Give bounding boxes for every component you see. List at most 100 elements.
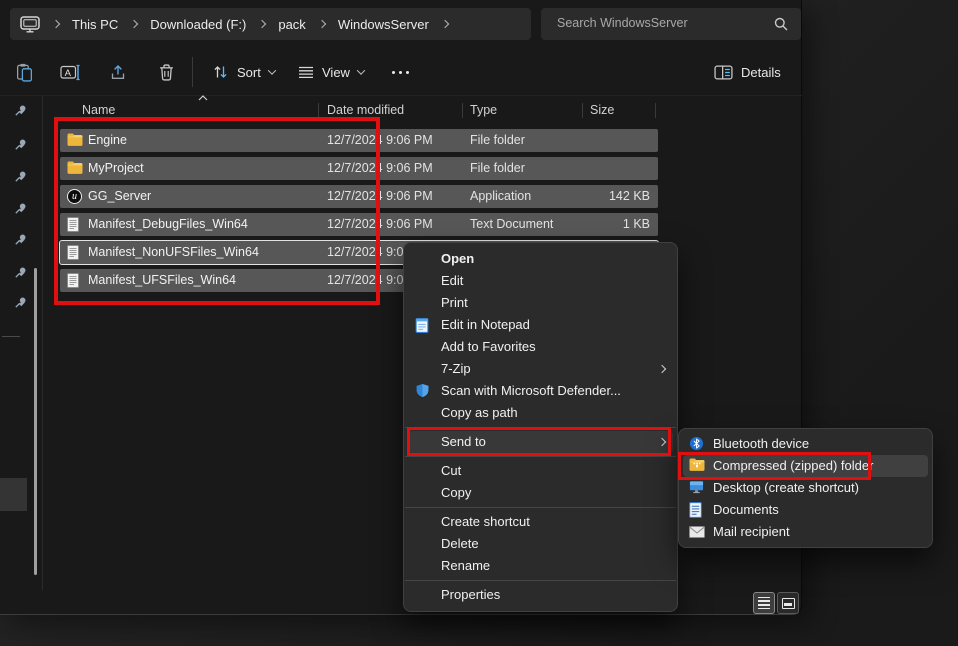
sort-button[interactable]: Sort [206,54,281,90]
large-icons-view-icon [782,598,795,609]
sort-label: Sort [237,65,261,80]
large-icons-view-toggle[interactable] [777,592,799,614]
paste-button[interactable] [6,54,42,90]
submenu-arrow-icon [658,365,666,373]
submenu-item-mail-recipient[interactable]: Mail recipient [679,521,932,543]
file-row-manifest-debugfiles[interactable]: Manifest_DebugFiles_Win64 12/7/2024 9:06… [60,213,658,236]
menu-item-properties[interactable]: Properties [404,584,677,606]
pin-icon[interactable] [13,103,28,118]
menu-item-cut[interactable]: Cut [404,460,677,482]
mail-envelope-icon [689,526,705,542]
folder-icon [67,133,83,149]
menu-item-rename[interactable]: Rename [404,555,677,577]
menu-item-edit[interactable]: Edit [404,270,677,292]
view-button[interactable]: View [292,54,370,90]
file-name: Manifest_UFSFiles_Win64 [88,269,236,292]
file-type: File folder [470,129,525,152]
menu-separator [405,427,676,428]
details-view-icon [758,597,770,609]
file-type: Application [470,185,531,208]
file-row-engine[interactable]: Engine 12/7/2024 9:06 PM File folder [60,129,658,152]
delete-button[interactable] [148,54,184,90]
submenu-item-bluetooth[interactable]: Bluetooth device [679,433,932,455]
address-bar[interactable]: This PC Downloaded (F:) pack WindowsServ… [10,8,531,40]
share-icon [109,64,127,81]
file-date: 12/7/2024 9:06 PM [327,185,433,208]
menu-item-open[interactable]: Open [404,248,677,270]
column-divider[interactable] [318,103,319,118]
submenu-item-desktop-shortcut[interactable]: Desktop (create shortcut) [679,477,932,499]
chevron-right-icon[interactable] [52,20,60,28]
menu-item-copy[interactable]: Copy [404,482,677,504]
search-icon[interactable] [774,17,788,31]
this-pc-icon[interactable] [20,16,40,33]
breadcrumb-this-pc[interactable]: This PC [72,17,118,32]
menu-item-scan-defender[interactable]: Scan with Microsoft Defender... [404,380,677,402]
command-bar: A Sort [0,48,802,96]
submenu-item-label: Bluetooth device [713,436,809,451]
sidebar-item-partial[interactable] [0,478,27,511]
column-divider[interactable] [582,103,583,118]
chevron-right-icon[interactable] [441,20,449,28]
menu-item-delete[interactable]: Delete [404,533,677,555]
file-date: 12/7/2024 9:06 PM [327,157,433,180]
breadcrumb-drive[interactable]: Downloaded (F:) [150,17,246,32]
file-name: Manifest_DebugFiles_Win64 [88,213,248,236]
menu-item-copy-as-path[interactable]: Copy as path [404,402,677,424]
file-date: 12/7/2024 9:06 PM [327,213,433,236]
submenu-item-label: Compressed (zipped) folder [713,458,873,473]
column-divider[interactable] [462,103,463,118]
pin-icon[interactable] [13,201,28,216]
submenu-item-compressed-zipped-folder[interactable]: Compressed (zipped) folder [679,455,932,477]
menu-item-create-shortcut[interactable]: Create shortcut [404,511,677,533]
details-view-toggle[interactable] [753,592,775,614]
chevron-right-icon[interactable] [258,20,266,28]
menu-item-label: Scan with Microsoft Defender... [441,383,621,398]
search-box[interactable] [541,8,801,40]
file-row-myproject[interactable]: MyProject 12/7/2024 9:06 PM File folder [60,157,658,180]
menu-item-send-to[interactable]: Send to [404,431,677,453]
column-header-type[interactable]: Type [470,98,497,122]
menu-item-label: Send to [441,434,486,449]
chevron-down-icon [268,66,276,74]
pin-icon[interactable] [13,295,28,310]
search-input[interactable] [541,8,756,38]
menu-item-edit-in-notepad[interactable]: Edit in Notepad [404,314,677,336]
file-type: Text Document [470,213,553,236]
pin-icon[interactable] [13,232,28,247]
file-row-gg-server[interactable]: u GG_Server 12/7/2024 9:06 PM Applicatio… [60,185,658,208]
column-header-size[interactable]: Size [590,98,614,122]
column-header-date-modified[interactable]: Date modified [327,98,404,122]
breadcrumb-windowsserver[interactable]: WindowsServer [338,17,429,32]
menu-item-7zip[interactable]: 7-Zip [404,358,677,380]
menu-item-add-to-favorites[interactable]: Add to Favorites [404,336,677,358]
pin-icon[interactable] [13,265,28,280]
pin-icon[interactable] [13,169,28,184]
svg-text:A: A [64,68,71,79]
chevron-right-icon[interactable] [130,20,138,28]
menu-separator [405,507,676,508]
breadcrumb-pack[interactable]: pack [278,17,305,32]
file-name: GG_Server [88,185,151,208]
text-file-icon [67,217,83,233]
text-file-icon [67,273,83,289]
view-label: View [322,65,350,80]
view-icon [298,66,314,79]
column-divider[interactable] [655,103,656,118]
bluetooth-icon [689,436,705,452]
chevron-down-icon [357,66,365,74]
details-pane-button[interactable]: Details [708,54,787,90]
sort-ascending-icon [198,95,208,101]
context-menu: Open Edit Print Edit in Notepad Add to F… [403,242,678,612]
details-pane-icon [714,65,733,80]
file-type: File folder [470,157,525,180]
menu-item-print[interactable]: Print [404,292,677,314]
rename-button[interactable]: A [52,54,88,90]
submenu-item-documents[interactable]: Documents [679,499,932,521]
column-header-name[interactable]: Name [82,98,115,122]
sidebar-scrollbar[interactable] [34,268,37,575]
chevron-right-icon[interactable] [318,20,326,28]
share-button[interactable] [100,54,136,90]
pin-icon[interactable] [13,137,28,152]
more-options-button[interactable] [382,54,418,90]
